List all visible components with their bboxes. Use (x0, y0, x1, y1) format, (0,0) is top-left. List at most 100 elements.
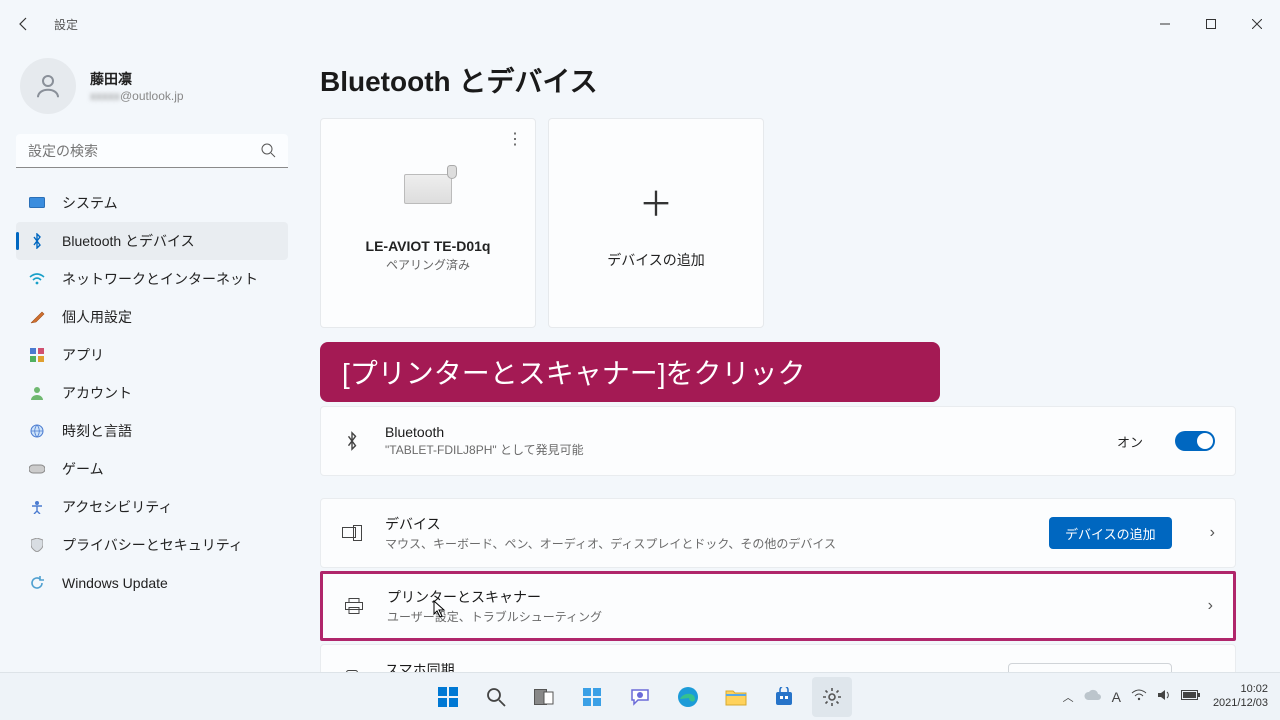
sidebar-item-privacy[interactable]: プライバシーとセキュリティ (16, 526, 288, 564)
maximize-button[interactable] (1188, 8, 1234, 40)
gamepad-icon (28, 460, 46, 478)
row-sub: マウス、キーボード、ペン、オーディオ、ディスプレイとドック、その他のデバイス (385, 535, 1027, 552)
minimize-button[interactable] (1142, 8, 1188, 40)
battery-icon[interactable] (1181, 690, 1201, 703)
search-button[interactable] (476, 677, 516, 717)
printer-icon (343, 598, 365, 614)
toggle-label: オン (1117, 432, 1143, 451)
widgets-button[interactable] (572, 677, 612, 717)
chevron-right-icon: › (1208, 597, 1213, 615)
ime-icon[interactable]: A (1112, 689, 1121, 705)
sidebar-item-label: Windows Update (62, 575, 168, 591)
keyboard-icon (404, 174, 452, 204)
apps-icon (28, 346, 46, 364)
plus-icon: ＋ (639, 177, 673, 226)
sidebar-item-label: アカウント (62, 383, 132, 403)
window-title: 設定 (54, 16, 78, 33)
person-icon (28, 384, 46, 402)
add-device-card[interactable]: ＋ デバイスの追加 (548, 118, 764, 328)
shield-icon (28, 536, 46, 554)
row-phone-link[interactable]: スマホ同期 Android デバイスの写真やテキストなどにすばやくアクセスできま… (320, 644, 1236, 672)
explorer-button[interactable] (716, 677, 756, 717)
sidebar-item-label: 個人用設定 (62, 307, 132, 327)
row-sub: "TABLET-FDILJ8PH" として発見可能 (385, 441, 1095, 458)
update-icon (28, 574, 46, 592)
back-button[interactable] (14, 14, 34, 34)
sidebar-item-system[interactable]: システム (16, 184, 288, 222)
device-status: ペアリング済み (386, 256, 470, 273)
titlebar: 設定 (0, 0, 1280, 48)
clock[interactable]: 10:02 2021/12/03 (1213, 683, 1268, 709)
device-card[interactable]: ⋮ LE-AVIOT TE-D01q ペアリング済み (320, 118, 536, 328)
sidebar-item-label: Bluetooth とデバイス (62, 231, 195, 251)
bluetooth-icon (28, 232, 46, 250)
row-title: Bluetooth (385, 424, 1095, 440)
row-bluetooth-toggle: Bluetooth "TABLET-FDILJ8PH" として発見可能 オン (320, 406, 1236, 476)
store-button[interactable] (764, 677, 804, 717)
row-printers-scanners[interactable]: プリンターとスキャナー ユーザー設定、トラブルシューティング › (320, 571, 1236, 641)
volume-icon[interactable] (1157, 689, 1171, 704)
onedrive-icon[interactable] (1084, 689, 1102, 704)
search-input[interactable] (16, 134, 288, 168)
settings-button[interactable] (812, 677, 852, 717)
window-controls (1142, 8, 1280, 40)
bluetooth-icon (341, 431, 363, 451)
sidebar-item-label: ネットワークとインターネット (62, 269, 258, 289)
chevron-right-icon: › (1210, 524, 1215, 542)
row-title: デバイス (385, 514, 1027, 534)
sidebar-item-apps[interactable]: アプリ (16, 336, 288, 374)
bluetooth-toggle[interactable] (1175, 431, 1215, 451)
user-name: 藤田凛 (90, 69, 184, 89)
taskbar-center (428, 677, 852, 717)
chat-button[interactable] (620, 677, 660, 717)
wifi-icon (28, 270, 46, 288)
globe-icon (28, 422, 46, 440)
wifi-icon[interactable] (1131, 689, 1147, 704)
sidebar-item-label: 時刻と言語 (62, 421, 132, 441)
main-content: Bluetooth とデバイス ⋮ LE-AVIOT TE-D01q ペアリング… (300, 48, 1280, 672)
sidebar-item-personalization[interactable]: 個人用設定 (16, 298, 288, 336)
task-view-button[interactable] (524, 677, 564, 717)
sidebar-item-label: システム (62, 193, 118, 213)
nav: システム Bluetooth とデバイス ネットワークとインターネット 個人用設… (16, 184, 288, 602)
start-button[interactable] (428, 677, 468, 717)
clock-date: 2021/12/03 (1213, 697, 1268, 710)
sidebar-item-accounts[interactable]: アカウント (16, 374, 288, 412)
search-box[interactable] (16, 134, 288, 168)
add-device-button[interactable]: デバイスの追加 (1049, 517, 1172, 549)
page-title: Bluetooth とデバイス (320, 60, 1236, 100)
search-icon (260, 142, 276, 163)
sidebar-item-accessibility[interactable]: アクセシビリティ (16, 488, 288, 526)
chevron-up-icon[interactable]: ︿ (1063, 689, 1074, 705)
sidebar-item-network[interactable]: ネットワークとインターネット (16, 260, 288, 298)
user-email: xxxxx@outlook.jp (90, 89, 184, 103)
avatar (20, 58, 76, 114)
display-icon (28, 194, 46, 212)
device-name: LE-AVIOT TE-D01q (366, 238, 491, 254)
edge-button[interactable] (668, 677, 708, 717)
row-sub: ユーザー設定、トラブルシューティング (387, 608, 1186, 625)
add-device-label: デバイスの追加 (607, 250, 705, 270)
cursor-icon (433, 600, 447, 621)
sidebar: 藤田凛 xxxxx@outlook.jp システム Bluetooth とデバイ… (0, 48, 300, 672)
sidebar-item-label: プライバシーとセキュリティ (62, 535, 243, 555)
profile-block[interactable]: 藤田凛 xxxxx@outlook.jp (20, 58, 288, 114)
more-icon[interactable]: ⋮ (507, 129, 523, 149)
instruction-banner: [プリンターとスキャナー]をクリック (320, 342, 940, 402)
devices-icon (341, 525, 363, 541)
sidebar-item-label: ゲーム (62, 459, 104, 479)
launch-phone-link-button[interactable]: スマホ同期を起動する (1008, 663, 1172, 672)
sidebar-item-bluetooth[interactable]: Bluetooth とデバイス (16, 222, 288, 260)
row-devices[interactable]: デバイス マウス、キーボード、ペン、オーディオ、ディスプレイとドック、その他のデ… (320, 498, 1236, 568)
sidebar-item-label: アクセシビリティ (62, 497, 172, 517)
system-tray[interactable]: ︿ A 10:02 2021/12/03 (1063, 683, 1268, 709)
sidebar-item-label: アプリ (62, 345, 104, 365)
sidebar-item-windows-update[interactable]: Windows Update (16, 564, 288, 602)
accessibility-icon (28, 498, 46, 516)
clock-time: 10:02 (1213, 683, 1268, 696)
brush-icon (28, 308, 46, 326)
sidebar-item-time-language[interactable]: 時刻と言語 (16, 412, 288, 450)
taskbar: ︿ A 10:02 2021/12/03 (0, 672, 1280, 720)
sidebar-item-gaming[interactable]: ゲーム (16, 450, 288, 488)
close-button[interactable] (1234, 8, 1280, 40)
